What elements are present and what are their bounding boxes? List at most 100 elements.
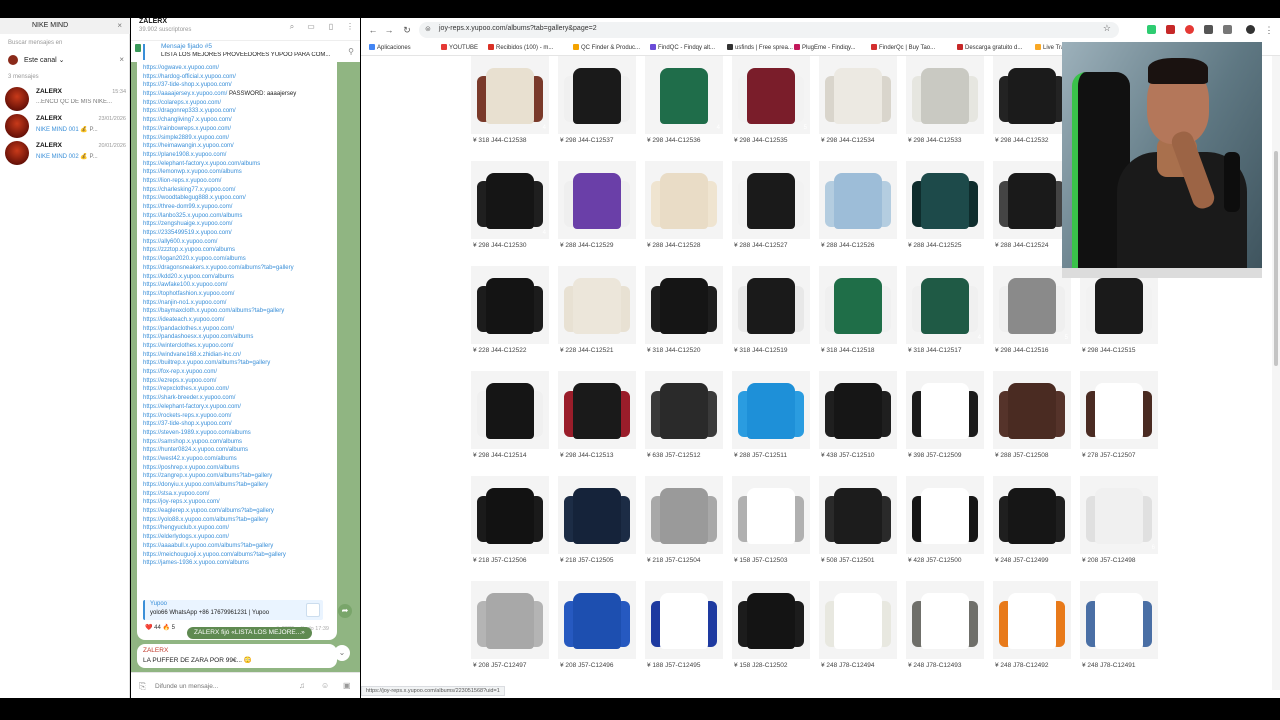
channel-link[interactable]: https://donyiu.x.yupoo.com/albums?tab=ga… (143, 481, 333, 490)
album-card[interactable]: 6 ¥ 208 J57-C12498 (1080, 476, 1158, 576)
album-card[interactable]: ¥ 218 J57-C12504 (645, 476, 723, 576)
album-card[interactable]: ¥ 158 J57-C12503 (732, 476, 810, 576)
channel-link[interactable]: https://elephant-factory.x.yupoo.com/ (143, 403, 333, 412)
album-thumbnail[interactable]: 6 (1080, 476, 1158, 554)
album-thumbnail[interactable] (1080, 371, 1158, 449)
album-thumbnail[interactable] (819, 266, 897, 344)
bookmark-item[interactable]: YOUTUBE (441, 44, 478, 51)
album-card[interactable]: ¥ 228 J44-C12522 (471, 266, 549, 366)
album-card[interactable]: ¥ 288 J44-C12528 (645, 161, 723, 261)
channel-link[interactable]: https://awfake100.x.yupoo.com/ (143, 281, 333, 290)
bookmark-item[interactable]: QC Finder & Produc... (573, 44, 640, 51)
album-card[interactable]: ¥ 248 J78-C12494 (819, 581, 897, 681)
channel-link[interactable]: https://windvane168.x.zhidian-inc.cn/ (143, 351, 333, 360)
album-card[interactable]: ¥ 298 J44-C12532 (993, 56, 1071, 156)
menu-icon[interactable]: ⋮ (1263, 24, 1275, 36)
album-card[interactable]: ¥ 438 J57-C12510 (819, 371, 897, 471)
album-card[interactable]: 5 ¥ 298 J44-C12535 (732, 56, 810, 156)
channel-link[interactable]: https://ally600.x.yupoo.com/ (143, 238, 333, 247)
channel-link[interactable]: https://aaaabull.x.yupoo.com/albums?tab=… (143, 542, 333, 551)
album-thumbnail[interactable] (993, 476, 1071, 554)
channel-link[interactable]: https://colareps.x.yupoo.com/ (143, 99, 333, 108)
extension-icon[interactable] (1185, 25, 1194, 34)
channel-link[interactable]: https://simple2889.x.yupoo.com/ (143, 134, 333, 143)
search-icon[interactable]: ⌕ (287, 22, 297, 32)
channel-link[interactable]: https://builtrep.x.yupoo.com/albums?tab=… (143, 359, 333, 368)
album-thumbnail[interactable] (732, 371, 810, 449)
album-card[interactable]: ¥ 288 J44-C12529 (558, 161, 636, 261)
channel-filter[interactable]: Este canal ⌄ × (4, 52, 126, 68)
extension-icon[interactable] (1147, 25, 1156, 34)
bookmark-item[interactable]: usfinds | Free sprea... (727, 44, 793, 51)
album-thumbnail[interactable] (558, 56, 636, 134)
extension-icon[interactable] (1166, 25, 1175, 34)
channel-link[interactable]: https://hunter0824.x.yupoo.com/albums (143, 446, 333, 455)
link-preview[interactable]: Yupoo yolo66 WhatsApp +86 17679961231 | … (143, 600, 323, 620)
channel-link[interactable]: https://lemonwp.x.yupoo.com/albums (143, 168, 333, 177)
album-thumbnail[interactable] (645, 161, 723, 239)
channel-link[interactable]: https://samshop.x.yupoo.com/albums (143, 438, 333, 447)
forward-icon[interactable]: → (383, 24, 395, 36)
album-thumbnail[interactable] (906, 56, 984, 134)
channel-link[interactable]: https://ezreps.x.yupoo.com/ (143, 377, 333, 386)
channel-link[interactable]: https://dragonsneakers.x.yupoo.com/album… (143, 264, 333, 273)
channel-link[interactable]: https://woodtablegug888.x.yupoo.com/ (143, 194, 333, 203)
bot-commands-icon[interactable]: ▣ (343, 681, 351, 690)
album-thumbnail[interactable] (819, 581, 897, 659)
more-icon[interactable]: ⋮ (345, 22, 355, 32)
album-card[interactable]: ¥ 288 J44-C12524 (993, 161, 1071, 261)
album-card[interactable]: ¥ 298 J44-C12533 (906, 56, 984, 156)
channel-link[interactable]: https://eaglerep.x.yupoo.com/albums?tab=… (143, 507, 333, 516)
channel-link[interactable]: https://plane1908.x.yupoo.com/ (143, 151, 333, 160)
album-thumbnail[interactable]: 4 (645, 56, 723, 134)
channel-link[interactable]: https://joy-reps.x.yupoo.com/ (143, 498, 333, 507)
album-thumbnail[interactable] (732, 266, 810, 344)
channel-link[interactable]: https://zengshuaige.x.yupoo.com/ (143, 220, 333, 229)
bell-icon[interactable]: ♫ (299, 681, 305, 690)
album-thumbnail[interactable] (732, 476, 810, 554)
album-card[interactable]: 4 ¥ 298 J44-C12536 (645, 56, 723, 156)
album-card[interactable]: ¥ 288 J44-C12527 (732, 161, 810, 261)
reactions[interactable]: ❤️ 44 🔥 5 (145, 624, 175, 631)
channel-link[interactable]: https://charlesking77.x.yupoo.com/ (143, 186, 333, 195)
album-card[interactable]: ¥ 298 J44-C12534 (819, 56, 897, 156)
pin-list-icon[interactable]: ⚲ (348, 47, 354, 56)
album-thumbnail[interactable] (558, 581, 636, 659)
address-bar[interactable]: ⊜ joy-reps.x.yupoo.com/albums?tab=galler… (419, 22, 1119, 38)
album-thumbnail[interactable] (993, 581, 1071, 659)
channel-link[interactable]: https://steven-1989.x.yupoo.com/albums (143, 429, 333, 438)
channel-link[interactable]: https://zangrep.x.yupoo.com/albums?tab=g… (143, 472, 333, 481)
channel-link[interactable]: https://kdd20.x.yupoo.com/albums (143, 273, 333, 282)
channel-link[interactable]: https://poshrep.x.yupoo.com/albums (143, 464, 333, 473)
album-thumbnail[interactable] (558, 161, 636, 239)
channel-link[interactable]: https://meichouguoji.x.yupoo.com/albums?… (143, 551, 333, 560)
album-thumbnail[interactable] (645, 371, 723, 449)
channel-link[interactable]: https://37-tide-shop.x.yupoo.com/ (143, 81, 333, 90)
channel-link[interactable]: https://ideateach.x.yupoo.com/ (143, 316, 333, 325)
bookmark-star-icon[interactable]: ☆ (1103, 23, 1111, 34)
close-icon[interactable]: × (117, 21, 122, 30)
album-thumbnail[interactable] (645, 476, 723, 554)
album-card[interactable]: ¥ 288 J44-C12526 (819, 161, 897, 261)
album-thumbnail[interactable] (993, 161, 1071, 239)
channel-link[interactable]: https://tophotfashion.x.yupoo.com/ (143, 290, 333, 299)
album-thumbnail[interactable] (471, 371, 549, 449)
chat-list-item[interactable]: ZALERX 20/01/2026 NIKE MIND 002 💰 P... (0, 140, 130, 166)
channel-link[interactable]: https://37-tide-shop.x.yupoo.com/ (143, 420, 333, 429)
channel-link[interactable]: https://heimawangin.x.yupoo.com/ (143, 142, 333, 151)
album-thumbnail[interactable] (906, 581, 984, 659)
album-thumbnail[interactable] (558, 371, 636, 449)
scrollbar-thumb[interactable] (1274, 151, 1278, 366)
channel-link[interactable]: https://pandaclothes.x.yupoo.com/ (143, 325, 333, 334)
album-thumbnail[interactable] (819, 161, 897, 239)
album-thumbnail[interactable] (819, 371, 897, 449)
album-card[interactable]: ¥ 298 J44-C12515 (1080, 266, 1158, 366)
bookmark-item[interactable]: Descarga gratuito d... (957, 44, 1022, 51)
emoji-icon[interactable]: ☺ (321, 681, 329, 690)
album-card[interactable]: ¥ 248 J78-C12492 (993, 581, 1071, 681)
channel-link[interactable]: https://elderlydogs.x.yupoo.com/ (143, 533, 333, 542)
channel-link[interactable]: https://zzztop.x.yupoo.com/albums (143, 246, 333, 255)
back-icon[interactable]: ← (367, 24, 379, 36)
album-thumbnail[interactable] (906, 476, 984, 554)
album-card[interactable]: ¥ 508 J57-C12501 (819, 476, 897, 576)
